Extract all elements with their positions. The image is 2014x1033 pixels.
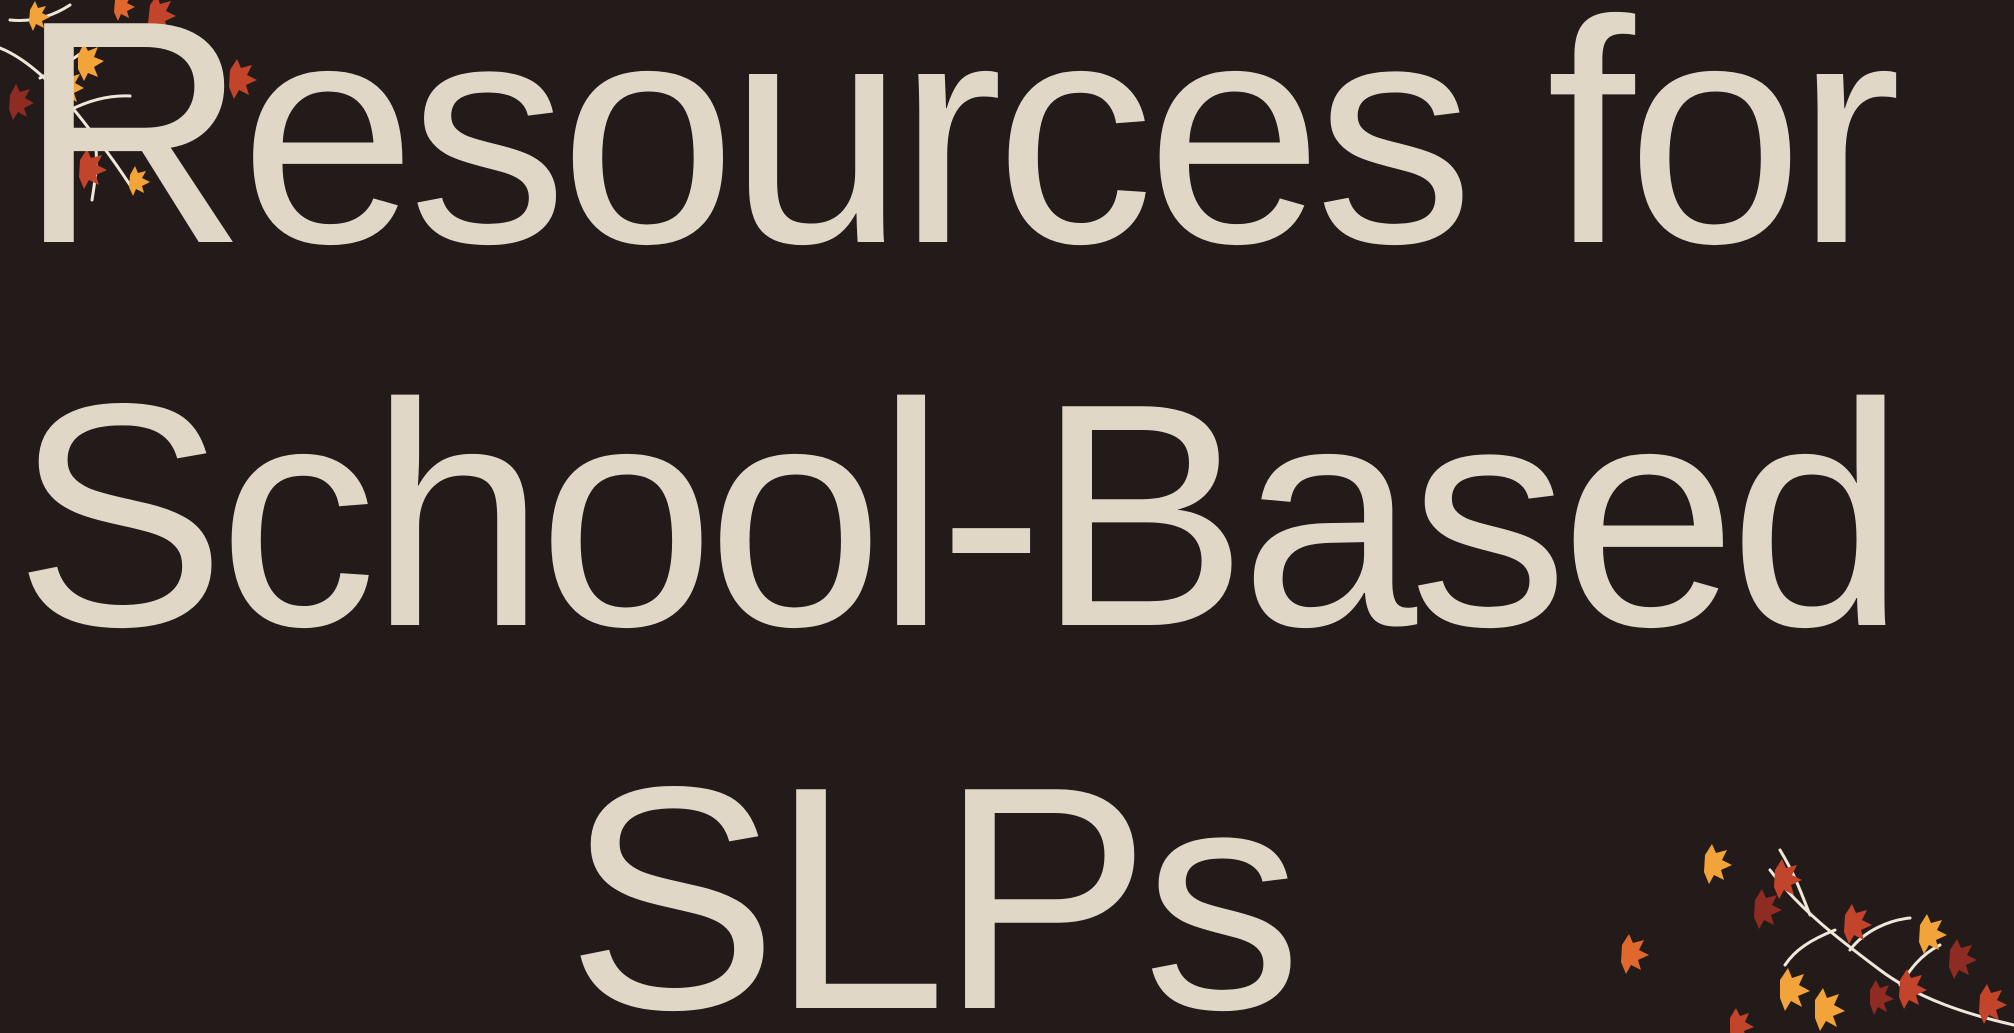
autumn-branch-bottom-right-icon [1621, 844, 2014, 1033]
title-line-3: SLPs [566, 721, 1302, 1033]
title-line-1: Resources for [18, 0, 1901, 310]
title-line-2: School-Based [14, 338, 1906, 693]
slide: Resources for School-Based SLPs [0, 0, 2014, 1033]
